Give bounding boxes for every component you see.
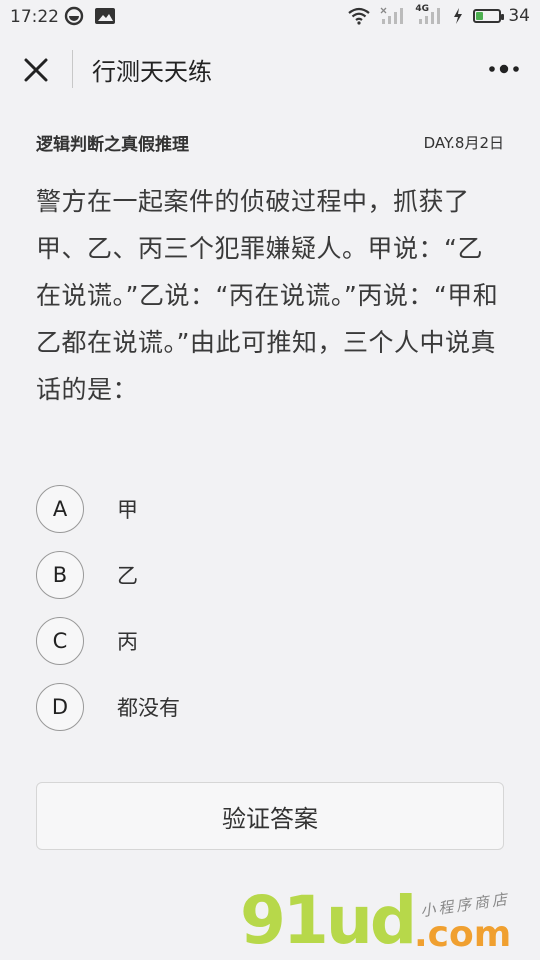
option-text: 丙 — [117, 630, 138, 654]
verify-answer-button[interactable]: 验证答案 — [36, 782, 504, 850]
status-time: 17:22 — [10, 7, 59, 27]
battery-level: 34 — [508, 6, 530, 26]
question-date: DAY.8月2日 — [423, 134, 504, 152]
nav-bar: 行测天天练 — [0, 34, 540, 104]
browser-icon — [64, 6, 84, 26]
status-notification-icons — [64, 6, 116, 26]
signal-4g-icon: 4G — [415, 4, 443, 25]
battery-icon — [473, 9, 505, 23]
option-text: 都没有 — [117, 696, 180, 720]
option-letter-circle: A — [36, 485, 84, 533]
close-icon — [24, 58, 48, 82]
signal-no-service-icon — [380, 7, 404, 24]
option-letter-circle: D — [36, 683, 84, 731]
option-b[interactable]: B 乙 — [36, 550, 504, 600]
option-text: 甲 — [117, 498, 138, 522]
nav-divider — [72, 50, 73, 88]
watermark-main: 91ud — [240, 882, 417, 959]
charging-icon — [454, 8, 463, 24]
more-icon — [489, 64, 519, 74]
watermark-suffix: .com — [414, 914, 512, 955]
gallery-notification-icon — [95, 8, 115, 24]
watermark-logo: 91ud 小程序商店 .com — [238, 880, 538, 960]
status-system-icons: 4G 34 — [347, 4, 530, 26]
wifi-icon — [348, 7, 371, 25]
status-bar: 17:22 4G 34 — [0, 0, 540, 34]
option-letter-circle: C — [36, 617, 84, 665]
battery-fill — [476, 12, 484, 20]
close-button[interactable] — [20, 54, 52, 86]
question-meta: 逻辑判断之真假推理 DAY.8月2日 — [36, 130, 504, 155]
option-a[interactable]: A 甲 — [36, 484, 504, 534]
page-title: 行测天天练 — [92, 58, 212, 86]
question-category: 逻辑判断之真假推理 — [36, 135, 189, 155]
option-text: 乙 — [117, 564, 138, 588]
question-text: 警方在一起案件的侦破过程中，抓获了甲、乙、丙三个犯罪嫌疑人。甲说：“乙在说谎。”… — [36, 187, 499, 404]
options-list: A 甲 B 乙 C 丙 D 都没有 — [36, 484, 504, 748]
option-letter-circle: B — [36, 551, 84, 599]
option-c[interactable]: C 丙 — [36, 616, 504, 666]
option-d[interactable]: D 都没有 — [36, 682, 504, 732]
more-button[interactable] — [488, 58, 520, 80]
